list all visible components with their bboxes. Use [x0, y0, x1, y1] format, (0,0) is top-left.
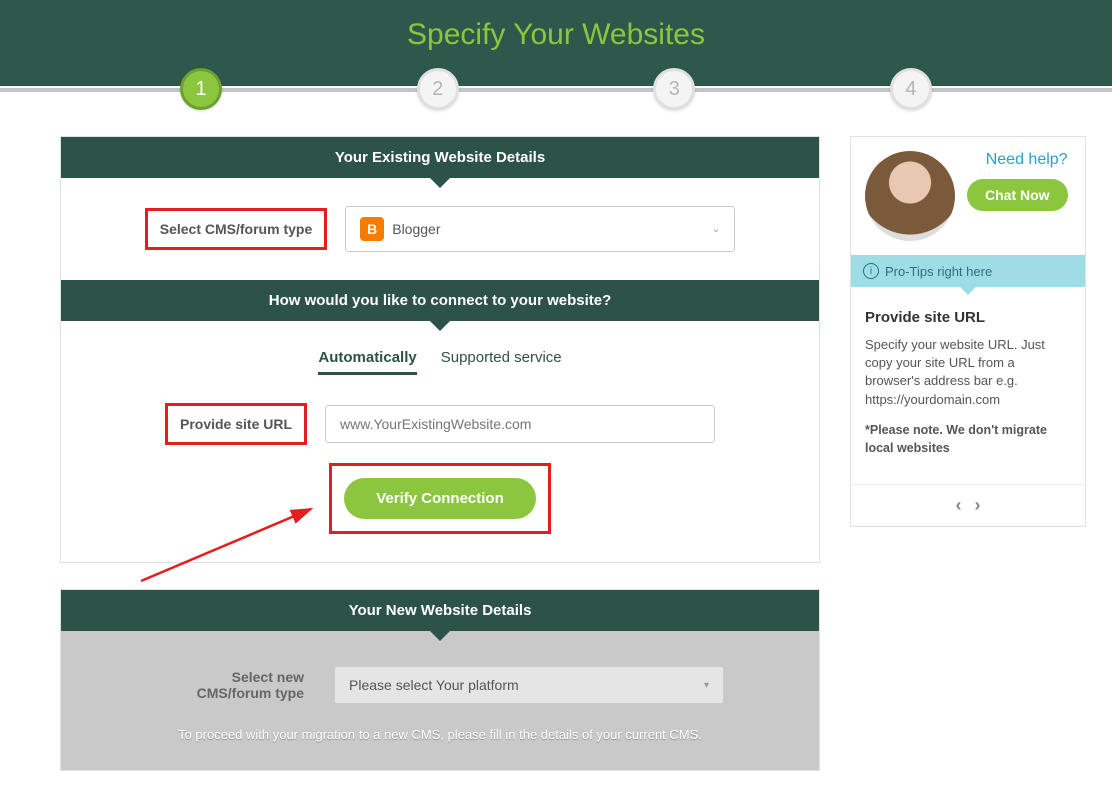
- cms-selected-value: Blogger: [392, 221, 440, 237]
- new-cms-placeholder: Please select Your platform: [349, 677, 519, 693]
- verify-connection-button[interactable]: Verify Connection: [344, 478, 536, 519]
- tab-supported-service[interactable]: Supported service: [441, 349, 562, 375]
- need-help-label: Need help?: [986, 151, 1068, 169]
- proceed-note: To proceed with your migration to a new …: [101, 727, 779, 742]
- site-url-label: Provide site URL: [165, 403, 307, 445]
- tips-nav: ‹ ›: [851, 484, 1085, 526]
- step-3[interactable]: 3: [653, 68, 695, 110]
- chevron-down-icon: ⌄: [712, 224, 720, 235]
- connect-tabs: Automatically Supported service: [101, 349, 779, 375]
- cms-type-label: Select CMS/forum type: [145, 208, 327, 250]
- new-cms-select[interactable]: Please select Your platform ▾: [334, 666, 724, 704]
- new-cms-label: Select new CMS/forum type: [156, 659, 316, 711]
- next-tip-button[interactable]: ›: [975, 495, 981, 515]
- new-panel-header: Your New Website Details: [61, 590, 819, 631]
- tip-text: Specify your website URL. Just copy your…: [865, 336, 1071, 409]
- hero-banner: Specify Your Websites 1 2 3 4: [0, 0, 1112, 86]
- help-card: Need help? Chat Now i Pro-Tips right her…: [850, 136, 1086, 527]
- tab-automatically[interactable]: Automatically: [318, 349, 416, 375]
- connect-header: How would you like to connect to your we…: [61, 280, 819, 321]
- step-4[interactable]: 4: [890, 68, 932, 110]
- pro-tips-bar: i Pro-Tips right here: [851, 255, 1085, 287]
- annotation-arrow: [131, 481, 331, 601]
- existing-panel-header: Your Existing Website Details: [61, 137, 819, 178]
- tip-title: Provide site URL: [865, 309, 1071, 326]
- existing-website-panel: Your Existing Website Details Select CMS…: [60, 136, 820, 563]
- info-icon: i: [863, 263, 879, 279]
- site-url-input[interactable]: [325, 405, 715, 443]
- page-title: Specify Your Websites: [0, 0, 1112, 52]
- step-line: [0, 88, 1112, 92]
- step-2[interactable]: 2: [417, 68, 459, 110]
- prev-tip-button[interactable]: ‹: [955, 495, 961, 515]
- new-website-panel: Your New Website Details Select new CMS/…: [60, 589, 820, 771]
- pro-tips-label: Pro-Tips right here: [885, 264, 992, 279]
- step-1[interactable]: 1: [180, 68, 222, 110]
- cms-type-select[interactable]: B Blogger ⌄: [345, 206, 735, 252]
- tips-body: Provide site URL Specify your website UR…: [851, 287, 1085, 484]
- blogger-icon: B: [360, 217, 384, 241]
- chevron-down-icon: ▾: [704, 680, 709, 691]
- chat-now-button[interactable]: Chat Now: [967, 179, 1068, 211]
- tip-note: *Please note. We don't migrate local web…: [865, 423, 1047, 456]
- verify-highlight: Verify Connection: [329, 463, 551, 534]
- support-avatar: [865, 151, 955, 241]
